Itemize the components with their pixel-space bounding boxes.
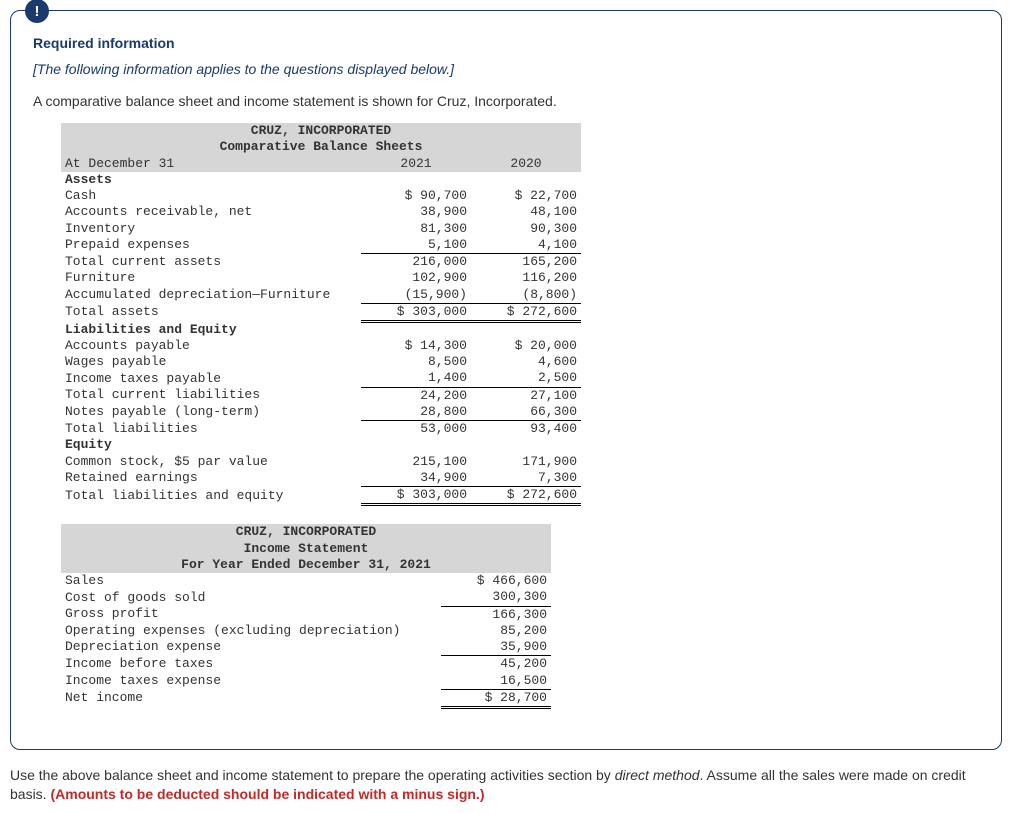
- bs-date-label: At December 31: [61, 156, 361, 172]
- table-row: Sales$ 466,600: [61, 573, 551, 589]
- required-info-card: ! Required information [The following in…: [10, 10, 1002, 750]
- table-row: Total liabilities53,00093,400: [61, 421, 581, 438]
- table-row: Total current assets216,000165,200: [61, 254, 581, 271]
- table-row: Income before taxes45,200: [61, 656, 551, 673]
- table-row: Notes payable (long-term)28,80066,300: [61, 404, 581, 421]
- table-row: Total current liabilities24,20027,100: [61, 387, 581, 404]
- instr-pre: Use the above balance sheet and income s…: [10, 767, 615, 783]
- table-row: Gross profit166,300: [61, 606, 551, 623]
- equity-header: Equity: [61, 437, 361, 453]
- instr-warn: (Amounts to be deducted should be indica…: [50, 786, 484, 802]
- table-row: Common stock, $5 par value215,100171,900: [61, 454, 581, 470]
- is-company: CRUZ, INCORPORATED: [61, 524, 551, 540]
- applies-note: [The following information applies to th…: [33, 61, 979, 77]
- instr-ital: direct method: [615, 767, 700, 783]
- is-title: Income Statement: [61, 541, 551, 557]
- balance-sheet-table: CRUZ, INCORPORATED Comparative Balance S…: [61, 123, 581, 506]
- table-row: Inventory81,30090,300: [61, 221, 581, 237]
- income-statement-table: CRUZ, INCORPORATED Income Statement For …: [61, 524, 551, 709]
- table-row: Accounts payable$ 14,300$ 20,000: [61, 338, 581, 354]
- table-row: Furniture102,900116,200: [61, 270, 581, 286]
- assets-header: Assets: [61, 172, 361, 188]
- table-row: Prepaid expenses5,1004,100: [61, 237, 581, 254]
- table-row: Net income$ 28,700: [61, 689, 551, 707]
- alert-icon: !: [35, 3, 40, 20]
- required-info-heading: Required information: [33, 35, 979, 51]
- bs-company: CRUZ, INCORPORATED: [61, 123, 581, 139]
- table-row: Accumulated depreciation—Furniture(15,90…: [61, 287, 581, 304]
- table-row: Accounts receivable, net38,90048,100: [61, 204, 581, 220]
- intro-text: A comparative balance sheet and income s…: [33, 93, 979, 109]
- alert-badge: !: [25, 0, 49, 23]
- table-row: Operating expenses (excluding depreciati…: [61, 623, 551, 639]
- bs-col-2020: 2020: [471, 156, 581, 172]
- table-row: Income taxes expense16,500: [61, 673, 551, 690]
- table-row: Cost of goods sold300,300: [61, 589, 551, 606]
- table-row: Total liabilities and equity$ 303,000$ 2…: [61, 487, 581, 505]
- bs-col-2021: 2021: [361, 156, 471, 172]
- liab-equity-header: Liabilities and Equity: [61, 322, 361, 338]
- table-row: Total assets$ 303,000$ 272,600: [61, 303, 581, 321]
- bs-title: Comparative Balance Sheets: [61, 139, 581, 155]
- table-row: Cash$ 90,700$ 22,700: [61, 188, 581, 204]
- table-row: Income taxes payable1,4002,500: [61, 370, 581, 387]
- is-period: For Year Ended December 31, 2021: [61, 557, 551, 573]
- table-row: Wages payable8,5004,600: [61, 354, 581, 370]
- table-row: Retained earnings34,9007,300: [61, 470, 581, 487]
- instructions-text: Use the above balance sheet and income s…: [10, 766, 1002, 804]
- table-row: Depreciation expense35,900: [61, 639, 551, 656]
